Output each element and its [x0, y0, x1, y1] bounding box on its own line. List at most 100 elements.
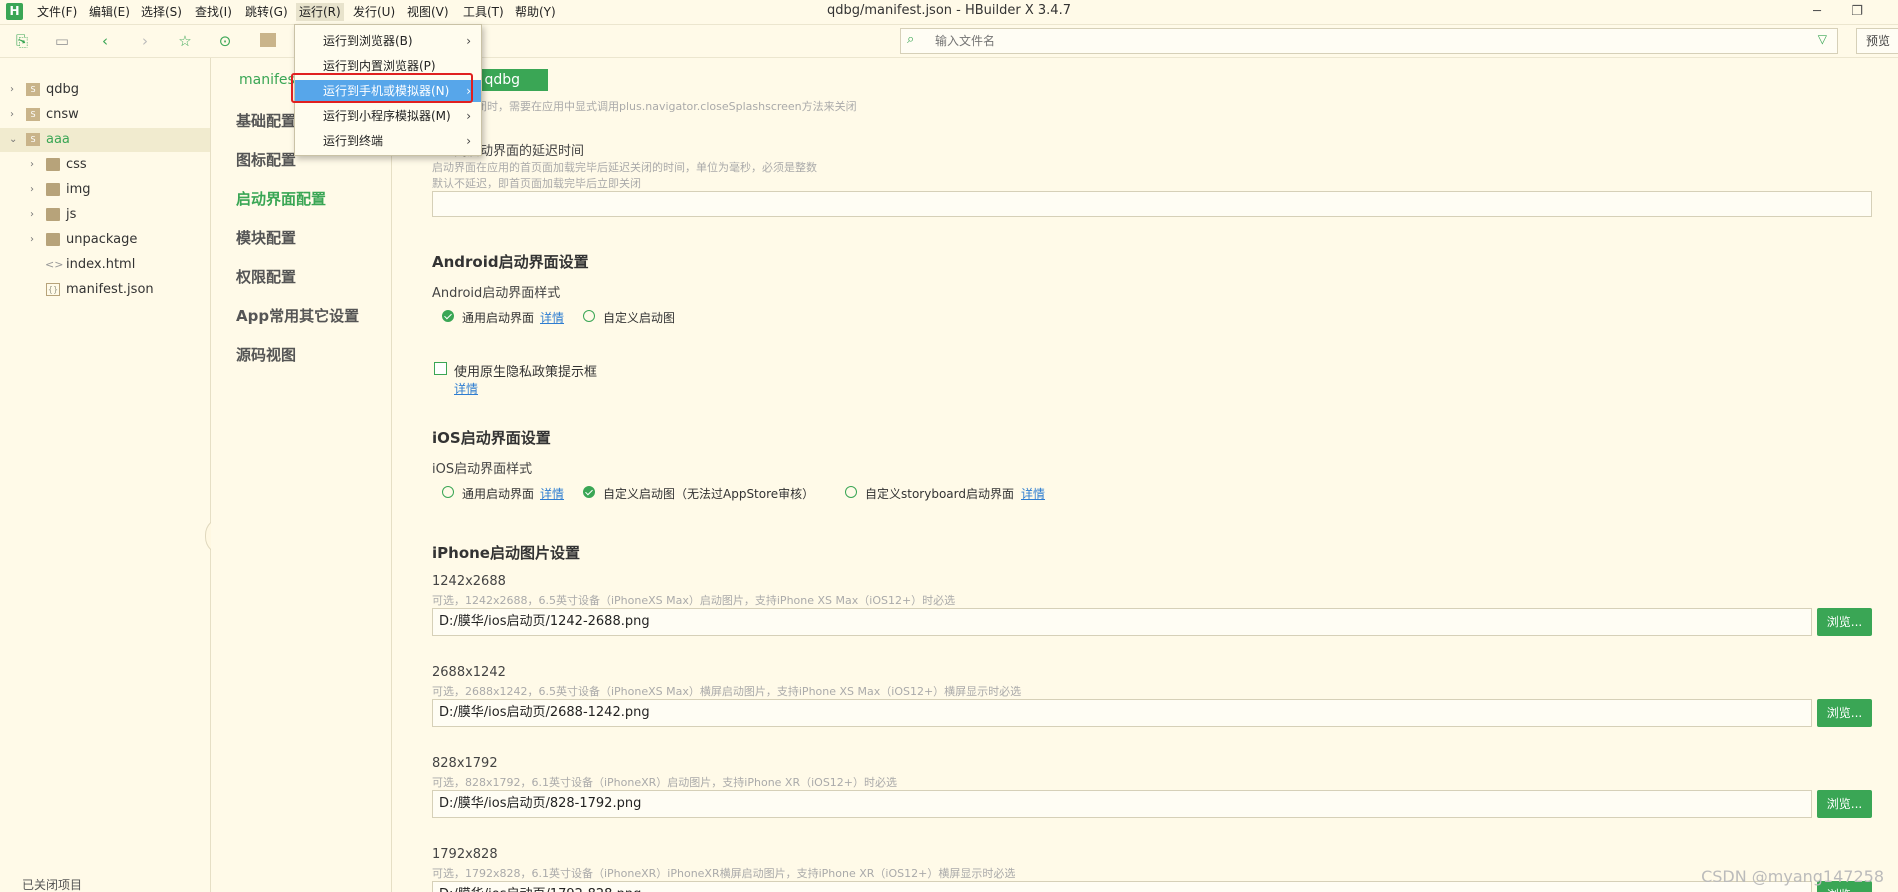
manifest-editor: n | qdbg 动关闭时，需要在应用中显式调用plus.navigator.c…	[392, 58, 1898, 892]
ios-storyboard-detail-link[interactable]: 详情	[1021, 485, 1045, 502]
tree-folder-img[interactable]: › img	[0, 178, 210, 202]
folder-icon	[46, 183, 60, 196]
nav-module-config[interactable]: 模块配置	[236, 227, 296, 249]
image-path-input[interactable]: D:/膜华/ios启动页/2688-1242.png	[432, 699, 1812, 727]
delay-desc-2: 默认不延迟，即首页面加载完毕后立即关闭	[432, 177, 641, 190]
file-search-box[interactable]: ⌕ ▽	[900, 28, 1838, 54]
menu-tools[interactable]: 工具(T)	[460, 3, 507, 21]
android-style-label: Android启动界面样式	[432, 286, 561, 301]
privacy-checkbox[interactable]	[434, 362, 447, 375]
tree-folder-css[interactable]: › css	[0, 153, 210, 177]
chevron-right-icon[interactable]: ›	[30, 153, 34, 177]
image-desc: 可选，828x1792，6.1英寸设备（iPhoneXR）启动图片，支持iPho…	[432, 776, 898, 789]
nav-source-view[interactable]: 源码视图	[236, 344, 296, 366]
new-file-icon[interactable]: ⎘	[12, 31, 32, 51]
folder-icon	[46, 158, 60, 171]
option-label: 自定义storyboard启动界面	[865, 487, 1014, 501]
minimize-icon[interactable]: ─	[1803, 2, 1831, 22]
image-path-input[interactable]: D:/膜华/ios启动页/1242-2688.png	[432, 608, 1812, 636]
menu-run[interactable]: 运行(R)	[296, 3, 344, 21]
run-to-terminal-item[interactable]: 运行到终端 ›	[295, 130, 481, 152]
radio-ios-generic[interactable]	[442, 486, 454, 498]
chevron-right-icon[interactable]: ›	[10, 78, 14, 102]
project-icon	[260, 33, 276, 47]
nav-permission-config[interactable]: 权限配置	[236, 266, 296, 288]
star-icon[interactable]: ☆	[175, 31, 195, 51]
menu-bar: H 文件(F) 编辑(E) 选择(S) 查找(I) 跳转(G) 运行(R) 发行…	[0, 0, 1898, 25]
image-desc: 可选，1792x828，6.1英寸设备（iPhoneXR）iPhoneXR横屏启…	[432, 867, 1016, 880]
option-label: 自定义启动图	[603, 311, 676, 325]
tree-file-index-html[interactable]: <> index.html	[0, 253, 210, 277]
tree-folder-js[interactable]: › js	[0, 203, 210, 227]
run-to-browser-item[interactable]: 运行到浏览器(B) ›	[295, 30, 481, 52]
submenu-arrow-icon: ›	[466, 134, 471, 148]
image-path-input[interactable]: D:/膜华/ios启动页/828-1792.png	[432, 790, 1812, 818]
manifest-tab[interactable]: manifest	[239, 72, 300, 88]
nav-splash-config[interactable]: 启动界面配置	[236, 188, 326, 210]
restore-icon[interactable]: ❐	[1843, 2, 1871, 22]
image-desc: 可选，1242x2688，6.5英寸设备（iPhoneXS Max）启动图片，支…	[432, 594, 956, 607]
menu-select[interactable]: 选择(S)	[138, 3, 185, 21]
menu-help[interactable]: 帮助(Y)	[512, 3, 559, 21]
android-section-title: Android启动界面设置	[432, 253, 589, 271]
tree-folder-unpackage[interactable]: › unpackage	[0, 228, 210, 252]
browse-button[interactable]: 浏览...	[1817, 608, 1872, 636]
submenu-arrow-icon: ›	[466, 84, 471, 98]
run-to-miniprogram-item[interactable]: 运行到小程序模拟器(M) ›	[295, 105, 481, 127]
chevron-right-icon[interactable]: ›	[30, 203, 34, 227]
image-path-input[interactable]: D:/膜华/ios启动页/1792-828.png	[432, 881, 1812, 892]
menu-view[interactable]: 视图(V)	[404, 3, 452, 21]
menu-edit[interactable]: 编辑(E)	[86, 3, 133, 21]
radio-ios-storyboard[interactable]	[845, 486, 857, 498]
tree-project-qdbg[interactable]: › S qdbg	[0, 78, 210, 102]
tree-label: js	[66, 207, 77, 222]
chevron-down-icon[interactable]: ⌄	[9, 128, 17, 152]
delay-input[interactable]	[432, 191, 1872, 217]
submenu-arrow-icon: ›	[466, 109, 471, 123]
delay-desc-1: 启动界面在应用的首页面加载完毕后延迟关闭的时间，单位为毫秒，必须是整数	[432, 161, 817, 174]
save-icon[interactable]: ▭	[52, 31, 72, 51]
browse-button[interactable]: 浏览...	[1817, 699, 1872, 727]
partial-description: 动关闭时，需要在应用中显式调用plus.navigator.closeSplas…	[454, 100, 857, 113]
app-logo-icon: H	[6, 3, 23, 20]
file-search-input[interactable]	[933, 31, 1787, 51]
menu-file[interactable]: 文件(F)	[34, 3, 80, 21]
privacy-detail-link[interactable]: 详情	[454, 380, 478, 397]
tree-file-manifest-json[interactable]: {} manifest.json	[0, 278, 210, 302]
folder-icon	[46, 208, 60, 221]
nav-app-other-settings[interactable]: App常用其它设置	[236, 305, 359, 327]
menu-goto[interactable]: 跳转(G)	[242, 3, 291, 21]
forward-icon[interactable]: ›	[135, 31, 155, 51]
nav-icon-config[interactable]: 图标配置	[236, 149, 296, 171]
preview-button[interactable]: 预览	[1856, 28, 1898, 54]
menu-item-label: 运行到手机或模拟器(N)	[323, 84, 450, 98]
tree-label: aaa	[46, 132, 70, 147]
tree-project-aaa[interactable]: ⌄ S aaa	[0, 128, 210, 152]
ios-generic-detail-link[interactable]: 详情	[540, 485, 564, 502]
back-icon[interactable]: ‹	[95, 31, 115, 51]
run-to-device-item[interactable]: 运行到手机或模拟器(N) ›	[295, 80, 481, 102]
filter-icon[interactable]: ▽	[1818, 32, 1827, 46]
closed-projects-label[interactable]: 已关闭项目	[0, 878, 232, 892]
android-generic-detail-link[interactable]: 详情	[540, 309, 564, 326]
run-icon[interactable]: ⊙	[215, 31, 235, 51]
privacy-checkbox-label: 使用原生隐私政策提示框	[454, 365, 598, 380]
run-to-builtin-browser-item[interactable]: 运行到内置浏览器(P)	[295, 55, 481, 77]
project-icon: S	[26, 133, 40, 146]
file-search-icon: ⌕	[907, 32, 915, 47]
json-file-icon: {}	[46, 283, 60, 296]
chevron-right-icon[interactable]: ›	[10, 103, 14, 127]
radio-android-generic[interactable]	[442, 310, 454, 322]
chevron-right-icon[interactable]: ›	[30, 228, 34, 252]
menu-find[interactable]: 查找(I)	[192, 3, 235, 21]
menu-publish[interactable]: 发行(U)	[350, 3, 398, 21]
menu-item-label: 运行到浏览器(B)	[323, 34, 413, 48]
radio-android-custom[interactable]	[583, 310, 595, 322]
radio-ios-custom[interactable]	[583, 486, 595, 498]
submenu-arrow-icon: ›	[466, 34, 471, 48]
tree-project-cnsw[interactable]: › S cnsw	[0, 103, 210, 127]
chevron-right-icon[interactable]: ›	[30, 178, 34, 202]
nav-basic-config[interactable]: 基础配置	[236, 110, 296, 132]
project-icon: S	[26, 108, 40, 121]
browse-button[interactable]: 浏览...	[1817, 790, 1872, 818]
